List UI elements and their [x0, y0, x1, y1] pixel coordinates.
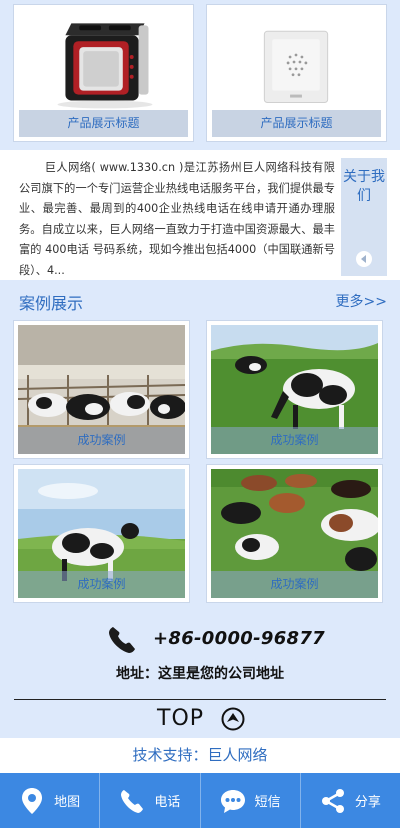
tech-support-text: 技术支持：巨人网络	[0, 738, 400, 773]
product-caption: 产品展示标题	[212, 110, 381, 137]
case-section-title: 案例展示	[19, 294, 84, 313]
nav-item-share[interactable]: 分享	[299, 773, 400, 828]
company-intro: 巨人网络( www.1330.cn )是江苏扬州巨人网络科技有限公司旗下的一个专…	[0, 150, 400, 280]
case-card[interactable]: 成功案例	[13, 320, 190, 459]
product-card[interactable]: 产品展示标题	[13, 4, 194, 142]
case-caption: 成功案例	[18, 571, 185, 598]
share-icon	[321, 788, 344, 813]
phone-number[interactable]: +86-0000-96877	[153, 628, 325, 649]
back-to-top-button[interactable]: TOP	[157, 706, 245, 736]
top-label: TOP	[157, 706, 205, 731]
product-caption: 产品展示标题	[19, 110, 188, 137]
case-section-header: 案例展示 更多>>	[0, 283, 400, 319]
case-card[interactable]: 成功案例	[206, 320, 383, 459]
nav-item-phone[interactable]: 电话	[99, 773, 199, 828]
arrow-up-circle-icon	[221, 707, 245, 730]
phone-icon	[121, 789, 144, 813]
about-us-label: 关于我们	[343, 169, 385, 204]
contact-section: +86-0000-96877 地址：这里是您的公司地址 TOP	[0, 610, 400, 738]
company-address: 地址：这里是您的公司地址	[116, 666, 284, 682]
map-pin-icon	[22, 787, 43, 814]
arrow-left-icon	[356, 251, 372, 267]
phone-icon[interactable]	[106, 624, 138, 656]
nav-item-message[interactable]: 短信	[199, 773, 300, 828]
case-caption: 成功案例	[211, 571, 378, 598]
nav-label: 地图	[54, 795, 81, 810]
wall-speaker-image	[207, 5, 386, 111]
divider	[14, 699, 386, 700]
nav-label: 电话	[154, 795, 181, 810]
case-caption: 成功案例	[18, 427, 185, 454]
case-caption: 成功案例	[211, 427, 378, 454]
product-card[interactable]: 产品展示标题	[206, 4, 387, 142]
nav-item-map[interactable]: 地图	[0, 773, 99, 828]
intro-text: 巨人网络( www.1330.cn )是江苏扬州巨人网络科技有限公司旗下的一个专…	[19, 161, 335, 277]
toaster-image	[14, 5, 193, 111]
about-us-link[interactable]: 关于我们	[341, 158, 387, 276]
product-section: 产品展示标题 产品展示标题	[0, 0, 400, 148]
nav-label: 短信	[254, 795, 281, 810]
nav-label: 分享	[354, 795, 381, 810]
case-card[interactable]: 成功案例	[206, 464, 383, 603]
more-link[interactable]: 更多>>	[336, 291, 387, 311]
case-card[interactable]: 成功案例	[13, 464, 190, 603]
message-icon	[220, 789, 245, 813]
bottom-nav: 地图 电话 短信 分享	[0, 773, 400, 828]
